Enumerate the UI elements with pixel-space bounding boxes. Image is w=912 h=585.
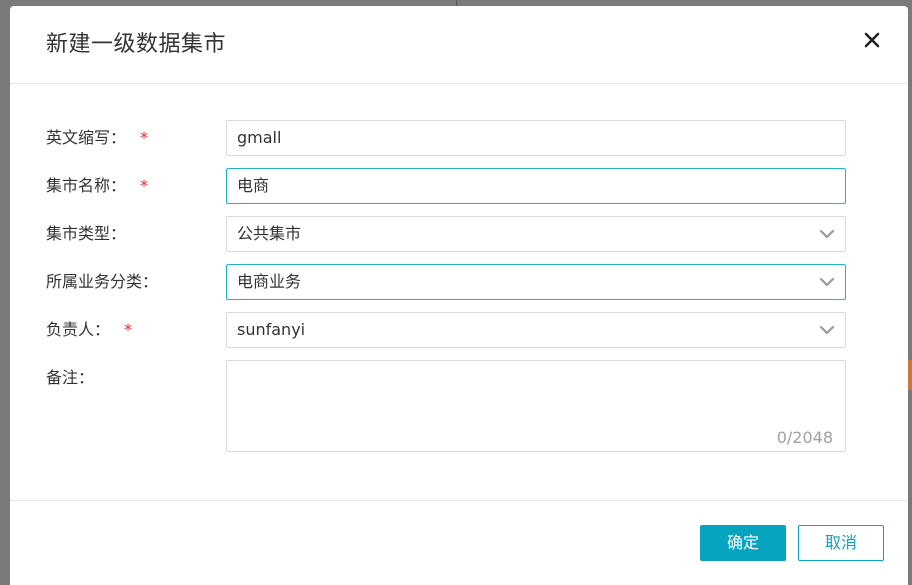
abbr-label-text: 英文缩写： bbox=[46, 128, 127, 147]
type-select[interactable]: 公共集市 bbox=[226, 216, 846, 252]
category-select[interactable]: 电商业务 bbox=[226, 264, 846, 300]
form-row-type: 集市类型： 公共集市 bbox=[10, 216, 908, 252]
form-row-remark: 备注： 0/2048 bbox=[10, 360, 908, 452]
required-star: * bbox=[140, 128, 149, 147]
char-count: 0/2048 bbox=[776, 428, 833, 447]
name-label: 集市名称： * bbox=[46, 175, 148, 197]
abbr-input-value: gmall bbox=[237, 128, 282, 147]
form-row-name: 集市名称： * 电商 bbox=[10, 168, 908, 204]
abbr-label: 英文缩写： * bbox=[46, 127, 148, 149]
form-row-category: 所属业务分类： 电商业务 bbox=[10, 264, 908, 300]
backdrop-accent bbox=[908, 360, 912, 390]
category-select-value: 电商业务 bbox=[237, 272, 302, 291]
form-row-abbr: 英文缩写： * gmall bbox=[10, 120, 908, 156]
category-label: 所属业务分类： bbox=[46, 272, 159, 291]
chevron-down-icon bbox=[819, 229, 835, 239]
create-datamart-dialog: 新建一级数据集市 英文缩写： * gmall 集市名称： * 电商 集市类型： 公共… bbox=[10, 6, 908, 585]
close-button[interactable] bbox=[862, 30, 882, 50]
confirm-button[interactable]: 确定 bbox=[700, 525, 786, 561]
name-label-text: 集市名称： bbox=[46, 176, 127, 195]
abbr-input[interactable]: gmall bbox=[226, 120, 846, 156]
chevron-down-icon bbox=[819, 277, 835, 287]
owner-label: 负责人： * bbox=[46, 319, 132, 341]
cancel-button[interactable]: 取消 bbox=[798, 525, 884, 561]
form-row-owner: 负责人： * sunfanyi bbox=[10, 312, 908, 348]
owner-select-value: sunfanyi bbox=[237, 320, 306, 339]
remark-label: 备注： bbox=[46, 368, 95, 387]
chevron-down-icon bbox=[819, 325, 835, 335]
remark-textarea[interactable]: 0/2048 bbox=[226, 360, 846, 452]
close-icon bbox=[864, 32, 880, 48]
name-input[interactable]: 电商 bbox=[226, 168, 846, 204]
dialog-header: 新建一级数据集市 bbox=[10, 6, 908, 84]
dialog-footer: 确定 取消 bbox=[10, 500, 908, 585]
dialog-title: 新建一级数据集市 bbox=[46, 32, 227, 57]
type-label: 集市类型： bbox=[46, 224, 127, 243]
owner-label-text: 负责人： bbox=[46, 320, 111, 339]
required-star: * bbox=[140, 176, 149, 195]
name-input-value: 电商 bbox=[237, 176, 270, 195]
type-select-value: 公共集市 bbox=[237, 224, 302, 243]
owner-select[interactable]: sunfanyi bbox=[226, 312, 846, 348]
required-star: * bbox=[124, 320, 133, 339]
